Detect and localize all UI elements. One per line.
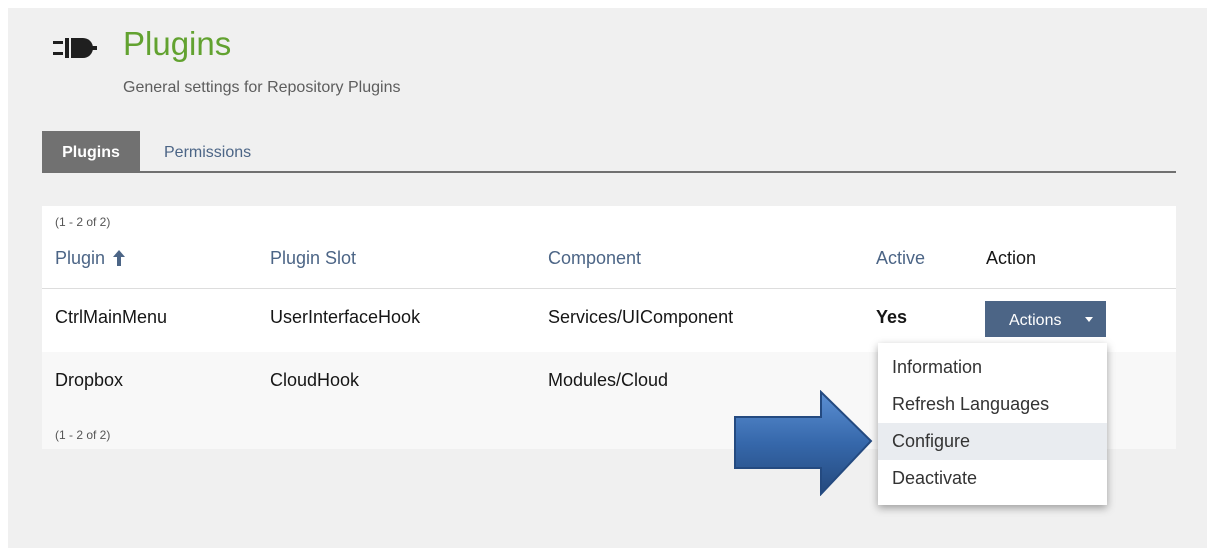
column-header-active[interactable]: Active bbox=[876, 246, 925, 270]
column-header-action: Action bbox=[986, 248, 1037, 268]
actions-dropdown-button[interactable]: Actions bbox=[985, 301, 1106, 337]
menu-item-configure[interactable]: Configure bbox=[878, 423, 1107, 460]
cell-plugin-slot: CloudHook bbox=[270, 370, 360, 390]
cell-component: Services/UIComponent bbox=[548, 307, 734, 327]
cell-plugin: Dropbox bbox=[55, 370, 124, 390]
menu-item-information[interactable]: Information bbox=[878, 349, 1107, 386]
tab-bar: Plugins Permissions bbox=[42, 131, 1176, 173]
tab-permissions[interactable]: Permissions bbox=[164, 131, 251, 171]
column-header-component[interactable]: Component bbox=[548, 246, 641, 270]
column-header-plugin-label: Plugin bbox=[55, 248, 106, 268]
page-title: Plugins bbox=[123, 25, 232, 62]
cell-plugin-slot: UserInterfaceHook bbox=[270, 307, 421, 327]
column-header-plugin[interactable]: Plugin bbox=[55, 246, 126, 270]
actions-dropdown-menu: Information Refresh Languages Configure … bbox=[878, 343, 1107, 505]
right-arrow-icon bbox=[734, 390, 873, 496]
menu-item-refresh-languages[interactable]: Refresh Languages bbox=[878, 386, 1107, 423]
cell-plugin: CtrlMainMenu bbox=[55, 307, 168, 327]
menu-item-deactivate[interactable]: Deactivate bbox=[878, 460, 1107, 497]
actions-button-label: Actions bbox=[1009, 312, 1062, 329]
menu-item-label: Refresh Languages bbox=[892, 394, 1050, 414]
pagination-range-bottom: (1 - 2 of 2) bbox=[55, 428, 111, 442]
tab-plugins[interactable]: Plugins bbox=[42, 131, 140, 171]
column-header-plugin-slot[interactable]: Plugin Slot bbox=[270, 246, 356, 270]
arrow-up-icon bbox=[113, 250, 126, 266]
menu-item-label: Information bbox=[892, 357, 983, 377]
pagination-range-top: (1 - 2 of 2) bbox=[55, 215, 111, 229]
page-subtitle: General settings for Repository Plugins bbox=[123, 79, 401, 96]
cell-active: Yes bbox=[876, 307, 908, 327]
caret-down-icon bbox=[1085, 317, 1093, 322]
plug-icon bbox=[53, 38, 97, 58]
cell-component: Modules/Cloud bbox=[548, 370, 669, 390]
menu-item-label: Deactivate bbox=[892, 468, 978, 488]
menu-item-label: Configure bbox=[892, 431, 971, 451]
